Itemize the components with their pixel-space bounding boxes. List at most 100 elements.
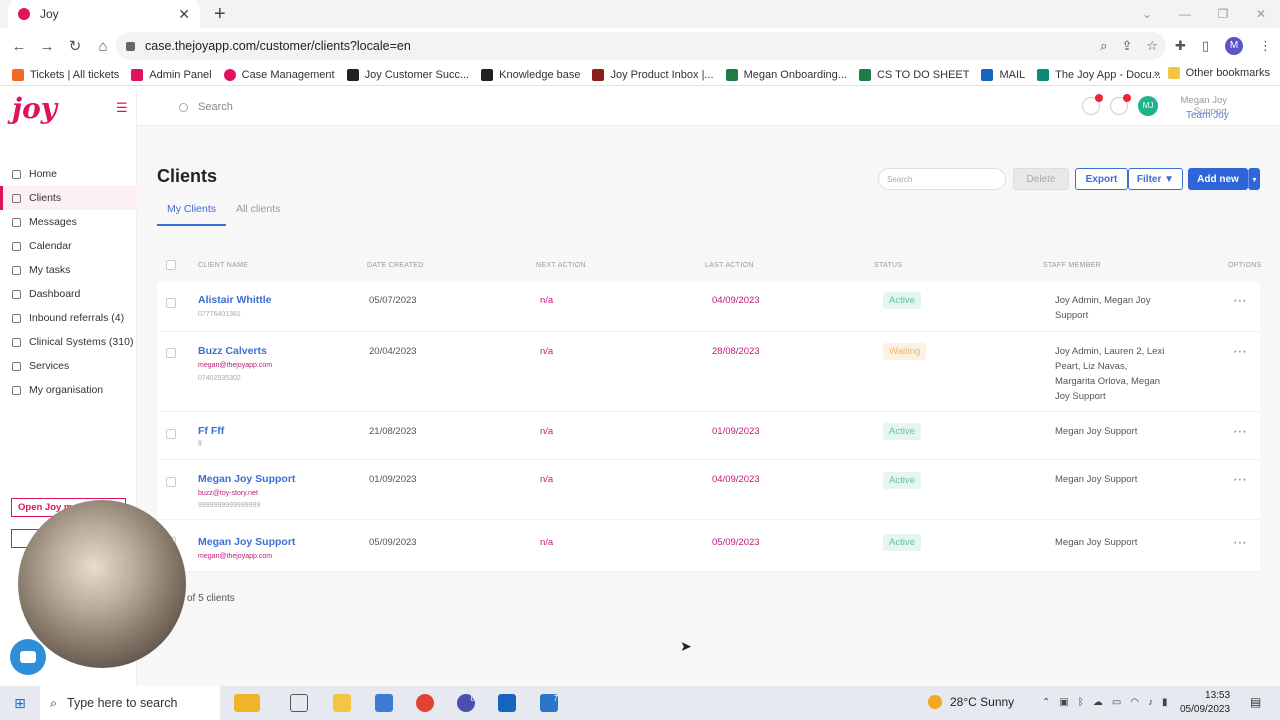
collapse-menu-icon[interactable]: ☰	[116, 100, 128, 116]
sidebar-item-clinical-systems[interactable]: Clinical Systems (310)	[0, 330, 137, 354]
bookmark-admin-panel[interactable]: Admin Panel	[125, 68, 217, 81]
row-options-icon[interactable]: ⋯	[1233, 292, 1248, 309]
weather-widget[interactable]: 28°C Sunny	[928, 695, 1014, 709]
star-icon[interactable]: ☆	[1146, 38, 1158, 54]
bell-icon[interactable]	[1110, 94, 1131, 115]
outlook-icon[interactable]	[498, 694, 516, 712]
client-email[interactable]: buzz@toy-story.net	[198, 490, 258, 497]
table-search-input[interactable]: Search	[878, 168, 1006, 190]
sidebar-item-dashboard[interactable]: Dashboard	[0, 282, 137, 306]
row-options-icon[interactable]: ⋯	[1233, 534, 1248, 551]
wifi-icon[interactable]: ◠	[1130, 697, 1139, 708]
column-header-next-action[interactable]: NEXT ACTION	[536, 262, 586, 269]
delete-button[interactable]: Delete	[1013, 168, 1069, 190]
column-header-client-name[interactable]: CLIENT NAME	[198, 262, 248, 269]
battery-icon[interactable]: ▮	[1162, 697, 1168, 708]
client-email[interactable]: megan@thejoyapp.com	[198, 553, 272, 560]
sidebar-item-clients[interactable]: Clients	[0, 186, 137, 210]
sidebar-item-messages[interactable]: Messages	[0, 210, 137, 234]
close-window-icon[interactable]: ✕	[1242, 7, 1280, 21]
zoom-icon[interactable]: ⌕	[1100, 38, 1107, 54]
sidebar-item-calendar[interactable]: Calendar	[0, 234, 137, 258]
share-icon[interactable]: ⇪	[1121, 38, 1132, 54]
row-checkbox[interactable]	[166, 477, 176, 487]
filter-button[interactable]: Filter ▼	[1128, 168, 1183, 190]
sidebar-item-services[interactable]: Services	[0, 354, 137, 378]
bookmark-docs[interactable]: The Joy App - Docu...	[1031, 68, 1167, 81]
back-icon[interactable]: ←	[6, 38, 32, 55]
sidebar-item-home[interactable]: Home	[0, 162, 137, 186]
bookmark-mail[interactable]: MAIL	[975, 68, 1031, 81]
network-icon[interactable]: ▭	[1112, 697, 1121, 708]
close-icon[interactable]: ✕	[178, 6, 190, 23]
chevron-down-icon[interactable]: ⌄	[1128, 7, 1166, 21]
bookmark-todo-sheet[interactable]: CS TO DO SHEET	[853, 68, 976, 81]
menu-icon[interactable]: ⋮	[1259, 38, 1272, 54]
briefcase-icon[interactable]	[234, 694, 260, 712]
todo-icon[interactable]: 7	[540, 694, 558, 712]
bluetooth-icon[interactable]: ᛒ	[1078, 697, 1084, 708]
global-search-input[interactable]: Search	[179, 101, 233, 113]
row-options-icon[interactable]: ⋯	[1233, 423, 1248, 440]
notification-center-icon[interactable]: ▤	[1250, 695, 1261, 709]
bookmark-product-inbox[interactable]: Joy Product Inbox |...	[586, 68, 719, 81]
mail-icon[interactable]	[1082, 94, 1103, 115]
row-options-icon[interactable]: ⋯	[1233, 343, 1248, 360]
add-new-dropdown-button[interactable]: ▾	[1248, 168, 1260, 190]
column-header-last-action[interactable]: LAST ACTION	[705, 262, 754, 269]
more-bookmarks-icon[interactable]: »	[1154, 68, 1160, 80]
sidebar-item-my-tasks[interactable]: My tasks	[0, 258, 137, 282]
column-header-staff-member[interactable]: STAFF MEMBER	[1043, 262, 1101, 269]
bookmark-knowledge-base[interactable]: Knowledge base	[475, 68, 586, 81]
column-header-date-created[interactable]: DATE CREATED	[367, 262, 424, 269]
volume-icon[interactable]: ♪	[1148, 697, 1153, 708]
sidebar-item-inbound-referrals[interactable]: Inbound referrals (4)	[0, 306, 137, 330]
new-tab-icon[interactable]: +	[214, 3, 226, 26]
row-options-icon[interactable]: ⋯	[1233, 471, 1248, 488]
tab-my-clients[interactable]: My Clients	[157, 203, 227, 226]
bookmark-tickets[interactable]: Tickets | All tickets	[6, 68, 125, 81]
home-icon[interactable]: ⌂	[90, 38, 116, 55]
sidebar-item-my-organisation[interactable]: My organisation	[0, 378, 137, 402]
profile-avatar[interactable]: M	[1225, 37, 1243, 55]
team-name[interactable]: Team Joy	[1186, 110, 1229, 121]
avatar[interactable]: MJ	[1138, 96, 1158, 116]
bookmark-customer-success[interactable]: Joy Customer Succ...	[341, 68, 476, 81]
column-header-status[interactable]: STATUS	[874, 262, 902, 269]
select-all-checkbox[interactable]	[166, 260, 176, 270]
chat-icon[interactable]	[10, 639, 46, 675]
client-name-link[interactable]: Buzz Calverts	[198, 345, 267, 357]
meet-icon[interactable]: ▣	[1059, 697, 1068, 708]
client-name-link[interactable]: Megan Joy Support	[198, 473, 295, 485]
file-explorer-icon[interactable]	[333, 694, 351, 712]
windows-start-icon[interactable]: ⊞	[0, 695, 40, 712]
export-button[interactable]: Export	[1075, 168, 1128, 190]
chevron-up-icon[interactable]: ⌃	[1042, 697, 1050, 708]
taskbar-search-input[interactable]: ⌕ Type here to search	[40, 686, 220, 720]
row-checkbox[interactable]	[166, 348, 176, 358]
system-clock[interactable]: 13:53 05/09/2023	[1180, 689, 1230, 717]
store-icon[interactable]	[375, 694, 393, 712]
minimize-icon[interactable]: —	[1166, 7, 1204, 21]
forward-icon[interactable]: →	[34, 38, 60, 55]
bookmark-onboarding[interactable]: Megan Onboarding...	[720, 68, 853, 81]
client-name-link[interactable]: Ff Fff	[198, 425, 224, 437]
sidepanel-icon[interactable]: ▯	[1202, 38, 1209, 54]
row-checkbox[interactable]	[166, 429, 176, 439]
cloud-icon[interactable]: ☁	[1093, 697, 1103, 708]
maximize-icon[interactable]: ❐	[1204, 7, 1242, 21]
joy-logo[interactable]: joy	[12, 92, 57, 125]
client-email[interactable]: megan@thejoyapp.com	[198, 362, 272, 369]
tab-all-clients[interactable]: All clients	[226, 203, 290, 226]
chrome-icon[interactable]	[416, 694, 434, 712]
client-name-link[interactable]: Alistair Whittle	[198, 294, 272, 306]
browser-tab[interactable]: Joy ✕	[8, 0, 200, 28]
add-new-button[interactable]: Add new	[1188, 168, 1248, 190]
other-bookmarks[interactable]: Other bookmarks	[1167, 67, 1270, 79]
extensions-icon[interactable]: ✚	[1175, 38, 1186, 54]
reload-icon[interactable]: ↻	[62, 37, 88, 55]
row-checkbox[interactable]	[166, 298, 176, 308]
chrome-profile-icon[interactable]: 8	[457, 694, 475, 712]
task-view-icon[interactable]	[290, 694, 308, 712]
bookmark-case-management[interactable]: Case Management	[218, 68, 341, 81]
